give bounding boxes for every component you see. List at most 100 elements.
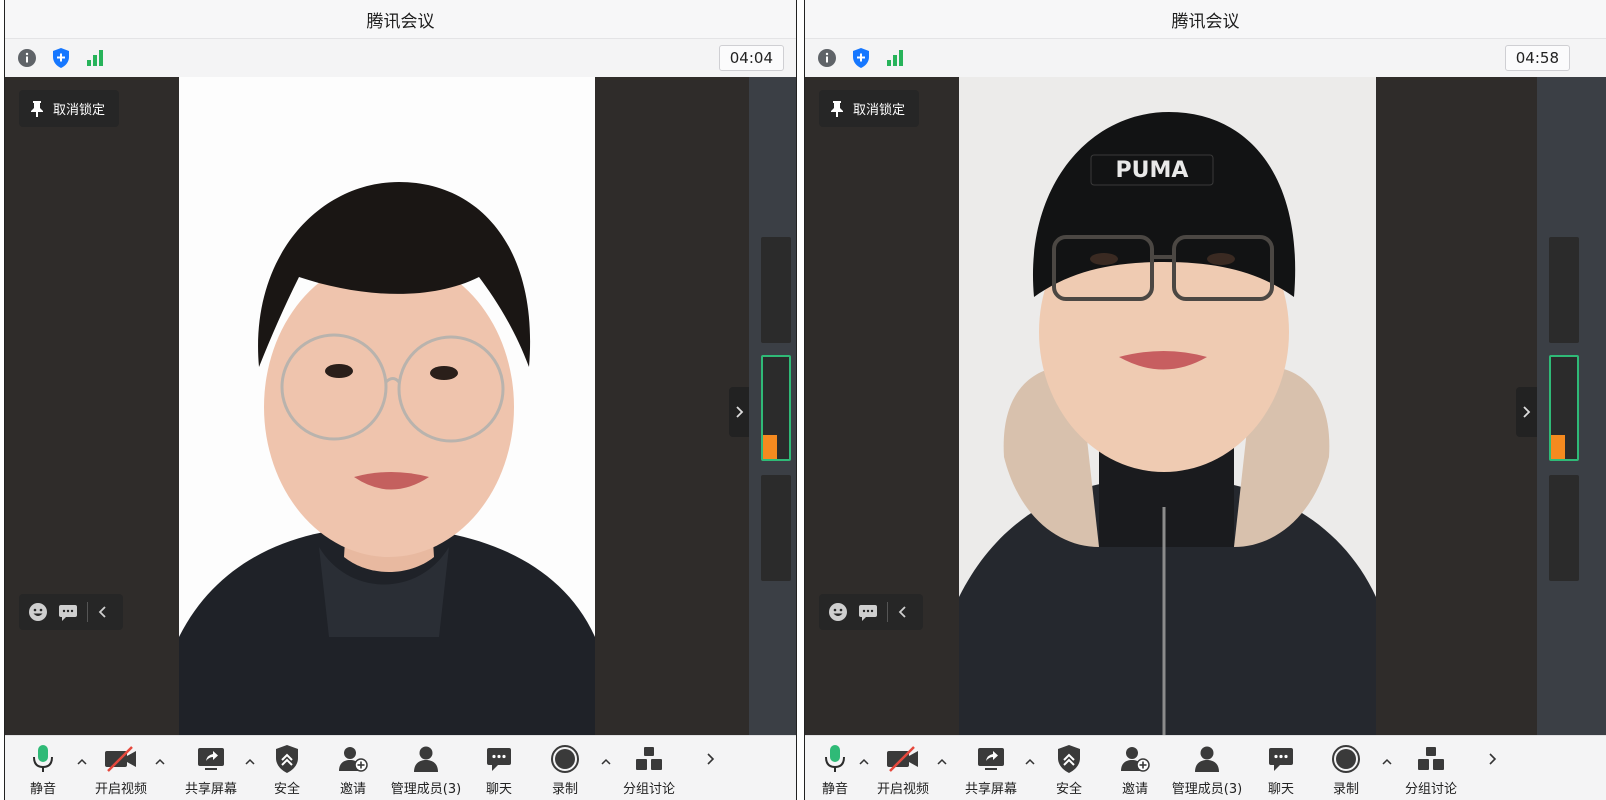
window-title: 腾讯会议 [1171, 11, 1240, 32]
record-options-caret[interactable] [1381, 756, 1393, 768]
beanie-brand-logo: PUMA [1116, 158, 1189, 183]
collapse-chevron-icon[interactable] [896, 605, 910, 619]
security-button[interactable]: 安全 [1049, 736, 1089, 800]
expand-gallery-button[interactable] [729, 387, 749, 437]
record-options-caret[interactable] [600, 756, 612, 768]
window-title: 腾讯会议 [366, 11, 435, 32]
share-screen-icon [978, 748, 1004, 770]
emoji-icon[interactable] [827, 601, 849, 623]
participant-strip [749, 77, 796, 735]
manage-members-label: 管理成员(3) [1171, 782, 1243, 797]
meeting-window-right: 腾讯会议 04:58 PUMA 取消锁定 静音 开启视频 共享屏幕 安全 邀请 … [804, 0, 1606, 800]
invite-user-icon [1121, 747, 1150, 772]
participant-video-frame [179, 77, 595, 735]
members-icon [414, 746, 438, 772]
breakout-rooms-label: 分组讨论 [1404, 782, 1457, 797]
danmu-chat-icon[interactable] [57, 601, 79, 623]
participant-thumbnail[interactable] [1549, 475, 1579, 581]
invite-button[interactable]: 邀请 [1115, 736, 1155, 800]
record-icon [551, 745, 579, 773]
video-off-icon [887, 746, 918, 772]
start-video-button[interactable]: 开启视频 [873, 736, 933, 800]
share-options-caret[interactable] [244, 756, 256, 768]
security-shield-icon[interactable] [849, 46, 873, 70]
unpin-button[interactable]: 取消锁定 [19, 90, 120, 127]
security-shield-icon[interactable] [49, 46, 73, 70]
signal-strength-icon[interactable] [883, 46, 907, 70]
unpin-label: 取消锁定 [853, 103, 906, 118]
video-off-icon [105, 746, 136, 772]
signal-strength-icon[interactable] [83, 46, 107, 70]
record-label: 录制 [1332, 782, 1359, 797]
more-options-chevron[interactable] [705, 742, 717, 776]
share-screen-button[interactable]: 共享屏幕 [181, 736, 241, 800]
info-icon[interactable] [815, 46, 839, 70]
avatar-icon [1551, 435, 1565, 459]
invite-user-icon [339, 747, 368, 772]
bottom-toolbar: 静音 开启视频 共享屏幕 安全 邀请 管理成员(3) 聊天 录制 分组讨论 [805, 735, 1606, 800]
video-options-caret[interactable] [936, 756, 948, 768]
record-button[interactable]: 录制 [1326, 736, 1366, 800]
share-screen-button[interactable]: 共享屏幕 [961, 736, 1021, 800]
breakout-rooms-label: 分组讨论 [622, 782, 675, 797]
bottom-toolbar: 静音 开启视频 共享屏幕 安全 邀请 管理成员(3) 聊天 录制 分组讨论 [5, 735, 796, 800]
start-video-button[interactable]: 开启视频 [91, 736, 151, 800]
participant-thumbnail-active[interactable] [761, 355, 791, 461]
danmu-chat-icon[interactable] [857, 601, 879, 623]
emoji-icon[interactable] [27, 601, 49, 623]
expand-gallery-button[interactable] [1516, 387, 1537, 437]
participant-thumbnail[interactable] [1549, 237, 1579, 343]
mute-button[interactable]: 静音 [815, 736, 855, 800]
share-screen-label: 共享屏幕 [964, 782, 1017, 797]
mute-button[interactable]: 静音 [23, 736, 63, 800]
start-video-label: 开启视频 [876, 782, 929, 797]
start-video-label: 开启视频 [94, 782, 147, 797]
record-button[interactable]: 录制 [545, 736, 585, 800]
record-label: 录制 [551, 782, 578, 797]
chevron-right-icon [736, 406, 744, 418]
chevron-right-icon [1489, 753, 1497, 765]
security-label: 安全 [273, 782, 300, 797]
main-video-area: 取消锁定 [5, 77, 749, 735]
share-screen-icon [198, 748, 224, 770]
participant-thumbnail-active[interactable] [1549, 355, 1579, 461]
chat-button[interactable]: 聊天 [1261, 736, 1301, 800]
microphone-icon [825, 745, 845, 772]
participant-thumbnail[interactable] [761, 237, 791, 343]
divider [87, 602, 88, 622]
title-bar: 腾讯会议 [805, 0, 1606, 39]
pin-icon [831, 100, 843, 117]
members-icon [1195, 746, 1219, 772]
participant-strip [1537, 77, 1606, 735]
audio-options-caret[interactable] [76, 756, 88, 768]
security-button[interactable]: 安全 [267, 736, 307, 800]
breakout-rooms-button[interactable]: 分组讨论 [1401, 736, 1461, 800]
breakout-rooms-icon [636, 747, 662, 770]
breakout-rooms-icon [1418, 747, 1444, 770]
reaction-bar [819, 594, 923, 630]
info-icon[interactable] [15, 46, 39, 70]
participant-thumbnail[interactable] [761, 475, 791, 581]
invite-label: 邀请 [1121, 782, 1148, 797]
participant-video [179, 77, 595, 735]
meeting-timer: 04:58 [1504, 45, 1570, 71]
meeting-timer: 04:04 [718, 45, 784, 71]
meeting-window-left: 腾讯会议 04:04 取消锁定 静音 开启视频 共享屏幕 安全 邀请 管理成员(… [4, 0, 797, 800]
mute-label: 静音 [821, 782, 848, 797]
collapse-chevron-icon[interactable] [96, 605, 110, 619]
share-options-caret[interactable] [1024, 756, 1036, 768]
breakout-rooms-button[interactable]: 分组讨论 [619, 736, 679, 800]
manage-members-button[interactable]: 管理成员(3) [390, 736, 462, 800]
unpin-button[interactable]: 取消锁定 [819, 90, 920, 127]
chat-icon [487, 748, 511, 771]
more-options-chevron[interactable] [1487, 742, 1499, 776]
avatar-icon [763, 435, 777, 459]
pin-icon [31, 100, 43, 117]
video-options-caret[interactable] [154, 756, 166, 768]
invite-button[interactable]: 邀请 [333, 736, 373, 800]
security-label: 安全 [1055, 782, 1082, 797]
audio-options-caret[interactable] [858, 756, 870, 768]
chat-button[interactable]: 聊天 [479, 736, 519, 800]
info-bar: 04:58 [805, 39, 1606, 77]
manage-members-button[interactable]: 管理成员(3) [1171, 736, 1243, 800]
